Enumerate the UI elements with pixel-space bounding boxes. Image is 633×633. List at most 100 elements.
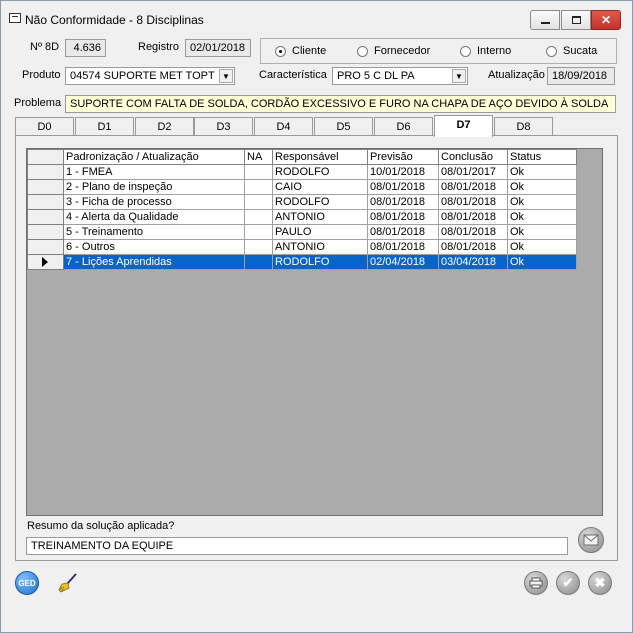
window-title: Não Conformidade - 8 Disciplinas [25, 13, 204, 27]
current-row-arrow-icon [42, 257, 48, 267]
ged-button[interactable]: GED [15, 571, 39, 595]
table-row[interactable]: 4 - Alerta da Qualidade ANTONIO 08/01/20… [27, 209, 577, 225]
cell-status[interactable]: Ok [507, 224, 577, 240]
cell-conclusao[interactable]: 08/01/2018 [438, 179, 508, 195]
cell-responsavel[interactable]: RODOLFO [272, 164, 368, 180]
tab-d6[interactable]: D6 [374, 117, 433, 136]
cell-previsao[interactable]: 10/01/2018 [367, 164, 439, 180]
tab-d5[interactable]: D5 [314, 117, 373, 136]
cell-na[interactable] [244, 194, 273, 210]
cell-status[interactable]: Ok [507, 239, 577, 255]
cell-conclusao[interactable]: 08/01/2018 [438, 194, 508, 210]
maximize-button[interactable] [561, 10, 591, 30]
cell-previsao[interactable]: 08/01/2018 [367, 194, 439, 210]
cell-padronizacao[interactable]: 6 - Outros [63, 239, 245, 255]
cell-conclusao[interactable]: 08/01/2018 [438, 239, 508, 255]
row-indicator[interactable] [27, 239, 64, 255]
print-button[interactable] [524, 571, 548, 595]
cell-conclusao[interactable]: 08/01/2017 [438, 164, 508, 180]
cell-padronizacao[interactable]: 2 - Plano de inspeção [63, 179, 245, 195]
tab-d0[interactable]: D0 [15, 117, 74, 136]
cell-status[interactable]: Ok [507, 194, 577, 210]
cell-padronizacao[interactable]: 7 - Lições Aprendidas [63, 254, 245, 270]
cell-padronizacao[interactable]: 3 - Ficha de processo [63, 194, 245, 210]
send-button[interactable] [578, 527, 604, 553]
row-indicator[interactable] [27, 164, 64, 180]
cell-na[interactable] [244, 164, 273, 180]
cell-na[interactable] [244, 209, 273, 225]
table-row[interactable]: 5 - Treinamento PAULO 08/01/2018 08/01/2… [27, 224, 577, 240]
chevron-down-icon[interactable]: ▼ [452, 69, 466, 83]
radio-sucata[interactable]: Sucata [546, 45, 597, 57]
col-header-conclusao[interactable]: Conclusão [438, 149, 508, 165]
tab-d3[interactable]: D3 [194, 117, 253, 136]
table-row[interactable]: 1 - FMEA RODOLFO 10/01/2018 08/01/2017 O… [27, 164, 577, 180]
col-header-na[interactable]: NA [244, 149, 273, 165]
cell-padronizacao[interactable]: 4 - Alerta da Qualidade [63, 209, 245, 225]
row-indicator[interactable] [27, 224, 64, 240]
cell-conclusao[interactable]: 08/01/2018 [438, 209, 508, 225]
tab-d4[interactable]: D4 [254, 117, 313, 136]
cell-status[interactable]: Ok [507, 254, 577, 270]
table-row[interactable]: 6 - Outros ANTONIO 08/01/2018 08/01/2018… [27, 239, 577, 255]
cell-responsavel[interactable]: RODOLFO [272, 194, 368, 210]
n8d-label: Nº 8D [30, 41, 60, 53]
cell-conclusao[interactable]: 03/04/2018 [438, 254, 508, 270]
standardization-grid[interactable]: Padronização / Atualização NA Responsáve… [26, 148, 603, 516]
table-row-selected[interactable]: 7 - Lições Aprendidas RODOLFO 02/04/2018… [27, 254, 577, 270]
cell-padronizacao[interactable]: 5 - Treinamento [63, 224, 245, 240]
row-indicator[interactable] [27, 179, 64, 195]
col-header-previsao[interactable]: Previsão [367, 149, 439, 165]
ged-label: GED [18, 578, 36, 588]
cell-na[interactable] [244, 179, 273, 195]
cell-responsavel[interactable]: CAIO [272, 179, 368, 195]
tab-d1[interactable]: D1 [75, 117, 134, 136]
produto-combo[interactable]: 04574 SUPORTE MET TOPT ▼ [65, 67, 235, 85]
cell-status[interactable]: Ok [507, 209, 577, 225]
atualizacao-field: 18/09/2018 [547, 67, 615, 85]
cell-previsao[interactable]: 08/01/2018 [367, 209, 439, 225]
cell-status[interactable]: Ok [507, 164, 577, 180]
cell-padronizacao[interactable]: 1 - FMEA [63, 164, 245, 180]
caracteristica-value: PRO 5 C DL PA [337, 70, 415, 82]
atualizacao-label: Atualização [488, 69, 545, 81]
row-indicator[interactable] [27, 209, 64, 225]
radio-fornecedor[interactable]: Fornecedor [357, 45, 430, 57]
problema-field[interactable]: SUPORTE COM FALTA DE SOLDA, CORDÃO EXCES… [65, 95, 616, 113]
cell-responsavel[interactable]: PAULO [272, 224, 368, 240]
cell-na[interactable] [244, 224, 273, 240]
cancel-button[interactable]: ✖ [588, 571, 612, 595]
tab-d8[interactable]: D8 [494, 117, 553, 136]
clear-button[interactable] [56, 571, 80, 595]
caracteristica-combo[interactable]: PRO 5 C DL PA ▼ [332, 67, 468, 85]
cell-responsavel[interactable]: RODOLFO [272, 254, 368, 270]
row-indicator[interactable] [27, 194, 64, 210]
col-header-status[interactable]: Status [507, 149, 577, 165]
close-button[interactable]: ✕ [591, 10, 621, 30]
cell-responsavel[interactable]: ANTONIO [272, 209, 368, 225]
cell-na[interactable] [244, 254, 273, 270]
cell-previsao[interactable]: 08/01/2018 [367, 179, 439, 195]
confirm-button[interactable]: ✔ [556, 571, 580, 595]
chevron-down-icon[interactable]: ▼ [219, 69, 233, 83]
table-row[interactable]: 2 - Plano de inspeção CAIO 08/01/2018 08… [27, 179, 577, 195]
radio-selected-icon [275, 45, 286, 57]
resumo-input[interactable]: TREINAMENTO DA EQUIPE [26, 537, 568, 555]
minimize-button[interactable] [530, 10, 560, 30]
cell-previsao[interactable]: 08/01/2018 [367, 224, 439, 240]
cell-responsavel[interactable]: ANTONIO [272, 239, 368, 255]
row-indicator[interactable] [27, 254, 64, 270]
cell-previsao[interactable]: 02/04/2018 [367, 254, 439, 270]
radio-cliente[interactable]: Cliente [275, 45, 326, 57]
cell-conclusao[interactable]: 08/01/2018 [438, 224, 508, 240]
cell-na[interactable] [244, 239, 273, 255]
table-row[interactable]: 3 - Ficha de processo RODOLFO 08/01/2018… [27, 194, 577, 210]
cell-previsao[interactable]: 08/01/2018 [367, 239, 439, 255]
col-header-responsavel[interactable]: Responsável [272, 149, 368, 165]
col-header-padronizacao[interactable]: Padronização / Atualização [63, 149, 245, 165]
tab-d7[interactable]: D7 [434, 115, 493, 137]
close-icon: ✕ [600, 13, 612, 27]
tab-d2[interactable]: D2 [135, 117, 194, 136]
radio-interno[interactable]: Interno [460, 45, 511, 57]
cell-status[interactable]: Ok [507, 179, 577, 195]
